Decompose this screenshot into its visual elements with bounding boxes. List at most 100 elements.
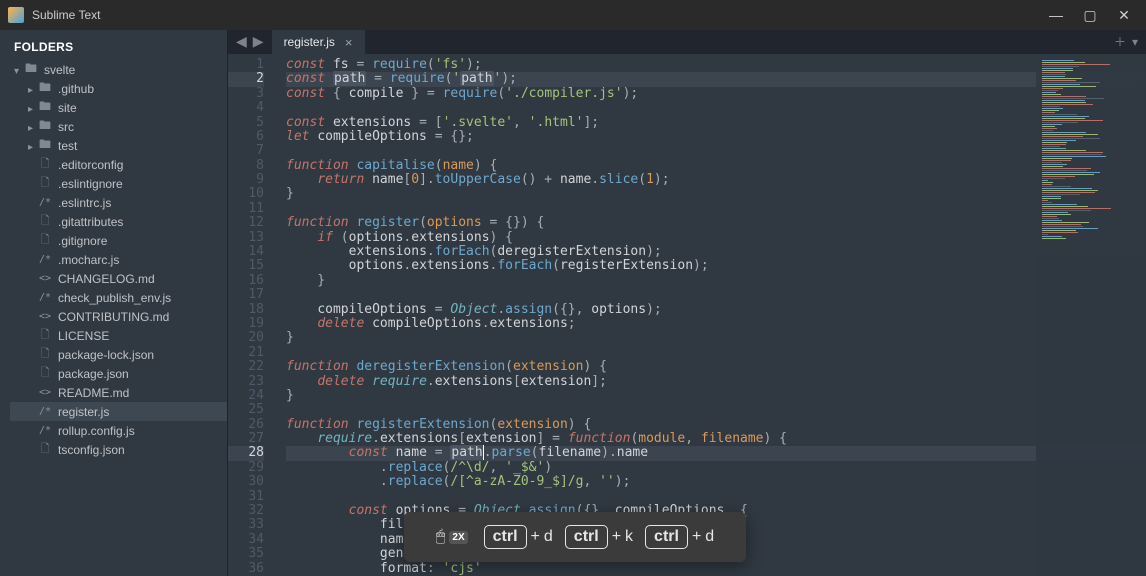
nav-back-button[interactable]: ◀ — [236, 33, 247, 50]
code-line[interactable]: function registerExtension(extension) { — [286, 418, 1146, 432]
line-number[interactable]: 13 — [228, 231, 264, 245]
code-line[interactable]: } — [286, 274, 1146, 288]
minimize-button[interactable]: — — [1050, 9, 1062, 21]
line-number[interactable]: 3 — [228, 87, 264, 101]
tree-folder-src[interactable]: src — [10, 117, 227, 136]
tab-overflow-button[interactable]: ▾ — [1132, 35, 1138, 49]
code-line[interactable]: const extensions = ['.svelte', '.html']; — [286, 116, 1146, 130]
new-tab-button[interactable]: ＋ — [1114, 33, 1126, 50]
close-button[interactable]: ✕ — [1118, 9, 1130, 21]
line-number[interactable]: 7 — [228, 144, 264, 158]
code-line[interactable]: if (options.extensions) { — [286, 231, 1146, 245]
line-number[interactable]: 12 — [228, 216, 264, 230]
code-line[interactable]: options.extensions.forEach(registerExten… — [286, 259, 1146, 273]
tree-file-rollup.config.js[interactable]: rollup.config.js — [10, 421, 227, 440]
code-line[interactable] — [286, 144, 1146, 158]
tree-file-.eslintignore[interactable]: .eslintignore — [10, 174, 227, 193]
line-number[interactable]: 26 — [228, 418, 264, 432]
code-line[interactable]: } — [286, 187, 1146, 201]
tree-file-.eslintrc.js[interactable]: .eslintrc.js — [10, 193, 227, 212]
line-number[interactable]: 29 — [228, 461, 264, 475]
line-number[interactable]: 6 — [228, 130, 264, 144]
tree-file-CHANGELOG.md[interactable]: CHANGELOG.md — [10, 269, 227, 288]
line-number[interactable]: 11 — [228, 202, 264, 216]
code-line[interactable]: .replace(/[^a-zA-Z0-9_$]/g, ''); — [286, 475, 1146, 489]
line-number[interactable]: 17 — [228, 288, 264, 302]
line-number[interactable]: 16 — [228, 274, 264, 288]
line-number[interactable]: 34 — [228, 533, 264, 547]
tree-file-README.md[interactable]: README.md — [10, 383, 227, 402]
line-number[interactable]: 27 — [228, 432, 264, 446]
tree-folder-svelte[interactable]: svelte — [10, 60, 227, 79]
code-line[interactable] — [286, 288, 1146, 302]
tree-file-check_publish_env.js[interactable]: check_publish_env.js — [10, 288, 227, 307]
line-number[interactable]: 23 — [228, 375, 264, 389]
code-line[interactable]: function capitalise(name) { — [286, 159, 1146, 173]
tree-file-register.js[interactable]: register.js — [10, 402, 227, 421]
tab-register[interactable]: register.js × — [272, 30, 365, 54]
line-number[interactable]: 24 — [228, 389, 264, 403]
tree-folder-.github[interactable]: .github — [10, 79, 227, 98]
gutter[interactable]: 1234567891011121314151617181920212223242… — [228, 54, 272, 576]
code-line[interactable]: let compileOptions = {}; — [286, 130, 1146, 144]
line-number[interactable]: 31 — [228, 490, 264, 504]
code-line[interactable]: function deregisterExtension(extension) … — [286, 360, 1146, 374]
line-number[interactable]: 2 — [228, 72, 264, 86]
line-number[interactable]: 20 — [228, 331, 264, 345]
code-line[interactable]: require.extensions[extension] = function… — [286, 432, 1146, 446]
code-line[interactable] — [286, 346, 1146, 360]
line-number[interactable]: 10 — [228, 187, 264, 201]
tree-file-.editorconfig[interactable]: .editorconfig — [10, 155, 227, 174]
tree-file-tsconfig.json[interactable]: tsconfig.json — [10, 440, 227, 459]
line-number[interactable]: 15 — [228, 259, 264, 273]
line-number[interactable]: 18 — [228, 303, 264, 317]
code-line[interactable]: delete compileOptions.extensions; — [286, 317, 1146, 331]
code-line[interactable]: const name = path.parse(filename).name — [286, 446, 1146, 460]
code-line[interactable] — [286, 101, 1146, 115]
line-number[interactable]: 32 — [228, 504, 264, 518]
code-line[interactable]: return name[0].toUpperCase() + name.slic… — [286, 173, 1146, 187]
line-number[interactable]: 9 — [228, 173, 264, 187]
code-line[interactable]: delete require.extensions[extension]; — [286, 375, 1146, 389]
code-line[interactable]: format: 'cjs' — [286, 562, 1146, 576]
tree-file-.gitattributes[interactable]: .gitattributes — [10, 212, 227, 231]
line-number[interactable]: 5 — [228, 116, 264, 130]
line-number[interactable]: 25 — [228, 403, 264, 417]
code-line[interactable]: extensions.forEach(deregisterExtension); — [286, 245, 1146, 259]
line-number[interactable]: 33 — [228, 518, 264, 532]
tree-folder-site[interactable]: site — [10, 98, 227, 117]
editor-body[interactable]: 1234567891011121314151617181920212223242… — [228, 54, 1146, 576]
line-number[interactable]: 36 — [228, 562, 264, 576]
line-number[interactable]: 14 — [228, 245, 264, 259]
folder-tree[interactable]: svelte.githubsitesrctest.editorconfig.es… — [0, 60, 227, 576]
maximize-button[interactable]: ▢ — [1084, 9, 1096, 21]
code-line[interactable]: .replace(/^\d/, '_$&') — [286, 461, 1146, 475]
line-number[interactable]: 28 — [228, 446, 264, 460]
code-view[interactable]: const fs = require('fs');const path = re… — [272, 54, 1146, 576]
line-number[interactable]: 21 — [228, 346, 264, 360]
tree-file-CONTRIBUTING.md[interactable]: CONTRIBUTING.md — [10, 307, 227, 326]
nav-forward-button[interactable]: ▶ — [253, 33, 264, 50]
code-line[interactable] — [286, 490, 1146, 504]
code-line[interactable]: const { compile } = require('./compiler.… — [286, 87, 1146, 101]
code-line[interactable]: const path = require('path'); — [286, 72, 1146, 86]
line-number[interactable]: 22 — [228, 360, 264, 374]
code-line[interactable]: compileOptions = Object.assign({}, optio… — [286, 303, 1146, 317]
code-line[interactable]: const fs = require('fs'); — [286, 58, 1146, 72]
tree-file-package.json[interactable]: package.json — [10, 364, 227, 383]
code-line[interactable]: } — [286, 331, 1146, 345]
code-line[interactable] — [286, 403, 1146, 417]
code-line[interactable]: } — [286, 389, 1146, 403]
line-number[interactable]: 8 — [228, 159, 264, 173]
tree-folder-test[interactable]: test — [10, 136, 227, 155]
tree-file-package-lock.json[interactable]: package-lock.json — [10, 345, 227, 364]
tab-close-icon[interactable]: × — [345, 35, 353, 50]
tree-file-.gitignore[interactable]: .gitignore — [10, 231, 227, 250]
line-number[interactable]: 30 — [228, 475, 264, 489]
code-line[interactable] — [286, 202, 1146, 216]
tree-file-.mocharc.js[interactable]: .mocharc.js — [10, 250, 227, 269]
line-number[interactable]: 35 — [228, 547, 264, 561]
code-line[interactable]: function register(options = {}) { — [286, 216, 1146, 230]
tree-file-LICENSE[interactable]: LICENSE — [10, 326, 227, 345]
line-number[interactable]: 4 — [228, 101, 264, 115]
